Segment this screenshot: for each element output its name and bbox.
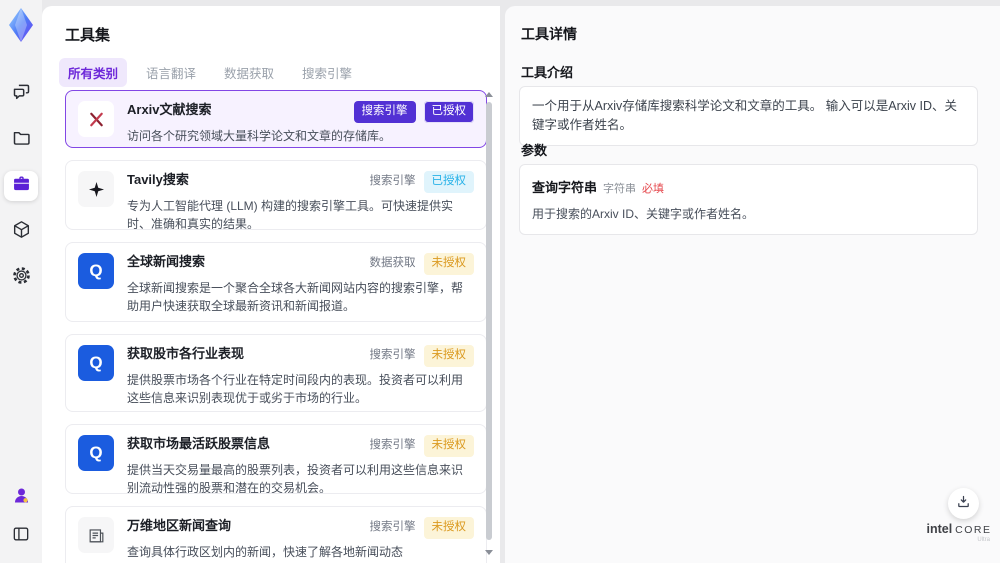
auth-badge: 未授权 [423,345,474,367]
tool-name: Tavily搜索 [127,172,189,187]
tab-data-fetch[interactable]: 数据获取 [215,58,283,87]
detail-title: 工具详情 [521,26,577,42]
user-avatar-button[interactable] [4,483,38,513]
intel-brand-text: intel [926,522,953,536]
scroll-up-arrow-icon[interactable] [485,92,493,97]
intro-heading: 工具介绍 [521,65,574,80]
param-type: 字符串 [603,183,637,195]
tool-card-tavily[interactable]: Tavily搜索 搜索引擎 已授权 专为人工智能代理 (LLM) 构建的搜索引擎… [65,160,487,230]
tool-desc: 提供当天交易量最高的股票列表，投资者可以利用这些信息来识别流动性强的股票和潜在的… [127,462,464,494]
tool-desc: 全球新闻搜索是一个聚合全球各大新闻网站内容的搜索引擎，帮助用户快速获取全球最新资… [127,280,464,314]
auth-badge: 未授权 [423,253,474,275]
folder-icon [11,127,32,153]
settings-gear-icon [11,265,32,291]
tool-desc: 查询具体行政区划内的新闻，快速了解各地新闻动态 [127,544,404,559]
sidebar-item-chat[interactable] [4,79,38,109]
news-search-icon: Q [78,253,114,289]
auth-badge: 未授权 [423,435,474,457]
tool-card-arxiv[interactable]: Arxiv文献搜索 搜索引擎 已授权 访问各个研究领域大量科学论文和文章的存储库… [65,90,487,148]
list-scrollbar[interactable] [485,90,493,563]
category-badge: 搜索引擎 [353,101,416,123]
tab-language-translation[interactable]: 语言翻译 [137,58,205,87]
tool-card-list: Arxiv文献搜索 搜索引擎 已授权 访问各个研究领域大量科学论文和文章的存储库… [65,90,487,563]
page-title: 工具集 [65,27,111,44]
stock-sector-icon: Q [78,345,114,381]
category-badge: 搜索引擎 [369,439,416,451]
intro-box: 一个用于从Arxiv存储库搜索科学论文和文章的工具。 输入可以是Arxiv ID… [519,86,978,146]
category-badge: 数据获取 [369,257,416,269]
param-name: 查询字符串 [532,180,598,195]
category-tabs: 所有类别 语言翻译 数据获取 搜索引擎 [59,58,361,87]
category-badge: 搜索引擎 [369,175,416,187]
active-stock-icon: Q [78,435,114,471]
regional-news-icon [78,517,114,553]
param-desc: 用于搜索的Arxiv ID、关键字或作者姓名。 [532,207,755,221]
sidebar-item-packages[interactable] [4,217,38,247]
tool-name: 获取股市各行业表现 [127,346,245,361]
tab-all-categories[interactable]: 所有类别 [59,58,128,87]
param-required-badge: 必填 [642,183,665,195]
auth-badge: 已授权 [423,101,474,123]
intel-sub-text: Ultra [977,537,990,543]
tavily-star-icon [78,171,114,207]
sidebar-item-toolbox[interactable] [4,171,38,201]
tool-desc: 专为人工智能代理 (LLM) 构建的搜索引擎工具。可快速提供实时、准确和真实的结… [127,198,454,230]
tool-card-most-active-stocks[interactable]: Q 获取市场最活跃股票信息 搜索引擎 未授权 提供当天交易量最高的股票列表，投资… [65,424,487,494]
tool-desc: 访问各个研究领域大量科学论文和文章的存储库。 [127,128,392,143]
tool-name: 万维地区新闻查询 [127,518,232,533]
sidebar-nav [4,79,38,293]
tool-name: 获取市场最活跃股票信息 [127,436,271,451]
panel-toggle-button[interactable] [4,521,38,551]
tool-name: Arxiv文献搜索 [127,102,212,117]
tab-search-engine[interactable]: 搜索引擎 [293,58,361,87]
auth-badge: 已授权 [423,171,474,193]
tool-card-regional-news[interactable]: 万维地区新闻查询 搜索引擎 未授权 查询具体行政区划内的新闻，快速了解各地新闻动… [65,506,487,563]
core-brand-text: CORE [955,524,992,536]
tool-card-sector-performance[interactable]: Q 获取股市各行业表现 搜索引擎 未授权 提供股票市场各个行业在特定时间段内的表… [65,334,487,412]
param-item: 查询字符串 字符串 必填 用于搜索的Arxiv ID、关键字或作者姓名。 [519,164,978,235]
cube-icon [11,219,32,245]
download-icon [956,494,971,514]
user-avatar-icon [11,485,32,511]
tool-desc: 提供股票市场各个行业在特定时间段内的表现。投资者可以利用这些信息来识别表现优于或… [127,372,464,406]
sidebar-bottom [4,483,38,551]
chat-icon [11,81,32,107]
intel-core-logo: intel CORE Ultra [926,522,992,543]
gem-logo-icon [5,7,37,43]
tool-card-global-news[interactable]: Q 全球新闻搜索 数据获取 未授权 全球新闻搜索是一个聚合全球各大新闻网站内容的… [65,242,487,322]
sidebar-item-settings[interactable] [4,263,38,293]
download-button[interactable] [948,488,979,519]
app-sidebar [0,0,42,563]
panel-toggle-icon [11,524,31,549]
scroll-down-arrow-icon[interactable] [485,550,493,555]
toolbox-icon [11,173,32,199]
tool-name: 全球新闻搜索 [127,254,206,269]
category-badge: 搜索引擎 [369,349,416,361]
sidebar-item-files[interactable] [4,125,38,155]
auth-badge: 未授权 [423,517,474,539]
category-badge: 搜索引擎 [369,521,416,533]
params-heading: 参数 [521,143,548,158]
tool-list-panel: 工具集 所有类别 语言翻译 数据获取 搜索引擎 Arxiv文献搜索 搜索引擎 已… [42,6,500,563]
arxiv-icon [78,101,114,137]
scrollbar-thumb[interactable] [486,102,492,540]
tool-detail-panel: 工具详情 工具介绍 一个用于从Arxiv存储库搜索科学论文和文章的工具。 输入可… [505,6,1000,563]
